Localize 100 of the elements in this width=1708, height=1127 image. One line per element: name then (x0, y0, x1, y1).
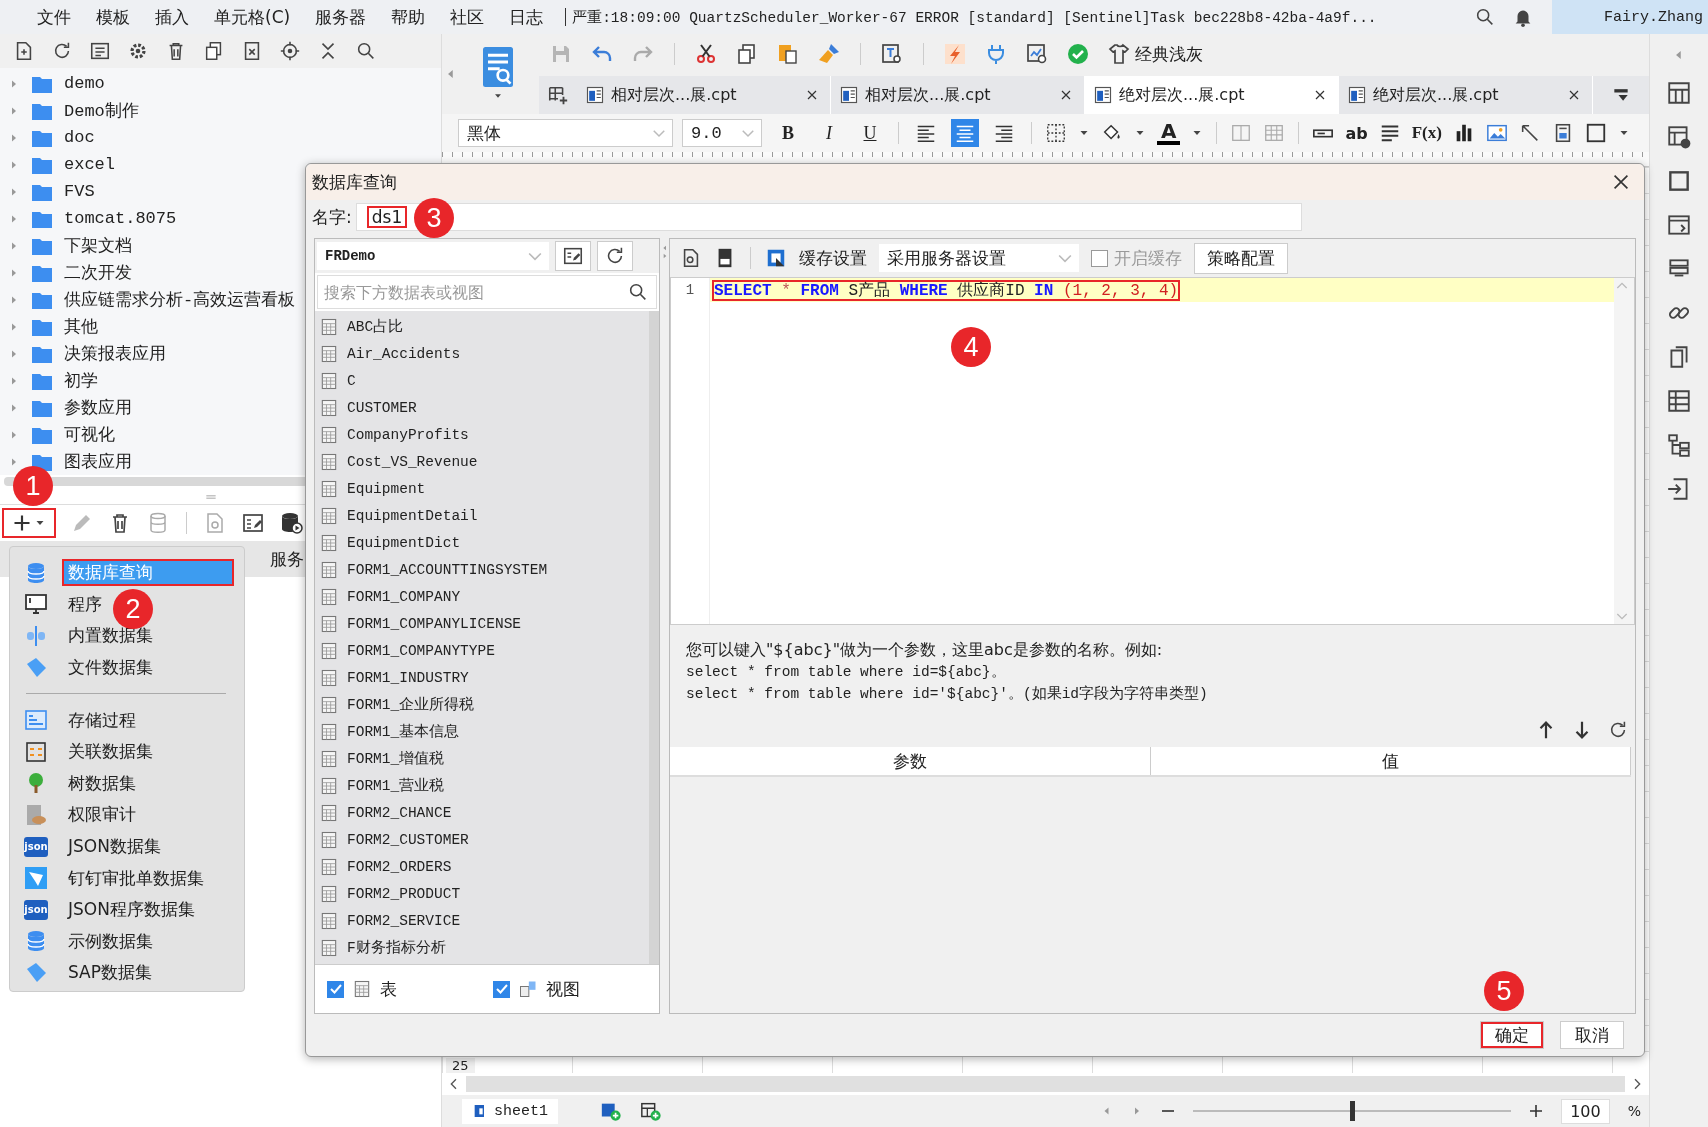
frame-icon[interactable] (1666, 168, 1692, 194)
menu-item[interactable]: 日志 (500, 5, 560, 29)
menu-item[interactable]: JSON数据集 (62, 833, 167, 861)
table-item[interactable]: C (347, 372, 356, 389)
folder-label[interactable]: 二次开发 (64, 261, 132, 284)
folder-label[interactable]: excel (64, 155, 115, 174)
menu-item[interactable]: SAP数据集 (62, 959, 158, 987)
image-icon[interactable] (1485, 122, 1508, 144)
chart-search-icon[interactable] (1025, 42, 1049, 66)
theme-button[interactable]: 经典浅灰 (1107, 42, 1203, 66)
editor-tab[interactable]: 绝对层次...展.cpt (1085, 76, 1339, 114)
table-item[interactable]: F财务指标分析 (347, 938, 446, 957)
table-item[interactable]: FORM1_COMPANY (347, 588, 461, 605)
text-search-icon[interactable] (880, 42, 904, 66)
menu-item[interactable]: 文件 (28, 5, 87, 29)
table-item[interactable]: FORM1_营业税 (347, 776, 445, 795)
menu-item[interactable]: 模板 (87, 5, 146, 29)
template-icon[interactable] (89, 40, 111, 62)
style-button[interactable]: I (814, 122, 844, 144)
font-select[interactable]: 黑体 (458, 119, 673, 147)
layout-icon[interactable] (1666, 80, 1692, 106)
border-grid-icon[interactable] (1045, 122, 1067, 144)
folder-label[interactable]: 决策报表应用 (64, 342, 166, 365)
search-field[interactable]: 搜索下方数据表或视图 (317, 275, 657, 309)
folder-label[interactable]: demo (64, 74, 105, 93)
grid-add-icon[interactable] (547, 84, 569, 106)
layout-add-icon[interactable] (640, 1100, 662, 1122)
table-item[interactable]: CompanyProfits (347, 426, 469, 443)
align-center-icon[interactable] (951, 119, 979, 147)
folder-label[interactable]: Demo制作 (64, 99, 139, 122)
folder-label[interactable]: 其他 (64, 315, 98, 338)
menu-item[interactable]: 单元格(C) (205, 5, 307, 29)
search-icon[interactable] (355, 40, 377, 62)
check-circle-icon[interactable] (1066, 42, 1090, 66)
folder-label[interactable]: 可视化 (64, 423, 115, 446)
table-item[interactable]: FORM2_SERVICE (347, 912, 461, 929)
table-item[interactable]: FORM2_PRODUCT (347, 885, 461, 902)
table-item[interactable]: FORM1_增值税 (347, 749, 445, 768)
text-tool-button[interactable]: ab (1345, 123, 1368, 143)
table-item[interactable]: FORM2_ORDERS (347, 858, 452, 875)
table-item[interactable]: FORM2_CHANCE (347, 804, 452, 821)
menu-item[interactable]: 存储过程 (62, 706, 142, 734)
table-item[interactable]: FORM1_INDUSTRY (347, 669, 469, 686)
sheet-tab[interactable]: sheet1 (462, 1098, 558, 1124)
formula-button[interactable]: F(x) (1411, 123, 1442, 143)
edit-database-icon[interactable] (562, 245, 584, 267)
menu-item[interactable]: 示例数据集 (62, 927, 159, 955)
menu-item[interactable]: 程序 (62, 590, 108, 618)
menu-item[interactable]: 文件数据集 (62, 654, 159, 682)
lightning-icon[interactable] (943, 42, 967, 66)
table-item[interactable]: FORM1_企业所得税 (347, 695, 475, 714)
scrollbar[interactable] (466, 1076, 1625, 1092)
paste-icon[interactable] (776, 42, 800, 66)
slider-thumb[interactable] (1350, 1101, 1356, 1121)
table-item[interactable]: CUSTOMER (347, 399, 417, 416)
zoom-in-icon[interactable] (1529, 1104, 1544, 1118)
info-table-icon[interactable] (1666, 124, 1692, 150)
checkbox[interactable] (493, 980, 510, 998)
search-icon[interactable] (1474, 6, 1496, 28)
add-dataset-button[interactable] (2, 508, 56, 538)
font-color-button[interactable]: A (1157, 121, 1181, 145)
menu-item[interactable]: 钉钉审批单数据集 (62, 864, 210, 892)
menu-item[interactable]: 社区 (441, 5, 501, 29)
table-item[interactable]: FORM1_基本信息 (347, 722, 460, 741)
zoom-field[interactable]: 100 (1561, 1098, 1610, 1124)
connection-select[interactable]: FRDemo (317, 242, 549, 270)
table-item[interactable]: Air_Accidents (347, 345, 461, 362)
folder-label[interactable]: 参数应用 (64, 396, 132, 419)
table-item[interactable]: Equipment (347, 480, 426, 497)
table-item[interactable]: EquipmentDetail (347, 507, 478, 524)
checkbox[interactable] (327, 980, 344, 998)
table-item[interactable]: ABC占比 (347, 317, 404, 336)
table-item[interactable]: FORM1_COMPANYLICENSE (347, 615, 522, 632)
hierarchy-icon[interactable] (1666, 432, 1692, 458)
style-button[interactable]: U (855, 122, 885, 144)
window-icon[interactable] (1666, 212, 1692, 238)
user-name[interactable]: Fairy.Zhang (1552, 0, 1708, 34)
folder-label[interactable]: 初学 (64, 369, 98, 392)
target-icon[interactable] (279, 40, 301, 62)
table-item[interactable]: FORM1_ACCOUNTTINGSYSTEM (347, 561, 548, 578)
folder-label[interactable]: doc (64, 128, 95, 147)
menu-item[interactable]: 权限审计 (62, 801, 142, 829)
border-box-icon[interactable] (1584, 122, 1607, 144)
menu-item[interactable]: 树数据集 (62, 769, 142, 797)
ok-button[interactable]: 确定 (1480, 1021, 1544, 1049)
folder-label[interactable]: 下架文档 (64, 234, 132, 257)
cancel-button[interactable]: 取消 (1560, 1021, 1624, 1049)
columns-icon[interactable] (1666, 388, 1692, 414)
menu-item[interactable]: 帮助 (382, 5, 442, 29)
table-item[interactable]: FORM1_COMPANYTYPE (347, 642, 495, 659)
font-size-select[interactable]: 9.0 (682, 119, 762, 147)
table-item[interactable]: FORM2_CUSTOMER (347, 831, 469, 848)
table-item[interactable]: Cost_VS_Revenue (347, 453, 478, 470)
scissors-icon[interactable] (694, 42, 718, 66)
menu-item[interactable]: 插入 (146, 5, 205, 29)
table-item[interactable]: EquipmentDict (347, 534, 461, 551)
style-button[interactable]: B (773, 122, 803, 144)
database-play-icon[interactable] (279, 511, 303, 535)
menu-item[interactable]: JSON程序数据集 (62, 896, 201, 924)
strategy-button[interactable]: 策略配置 (1194, 242, 1288, 274)
